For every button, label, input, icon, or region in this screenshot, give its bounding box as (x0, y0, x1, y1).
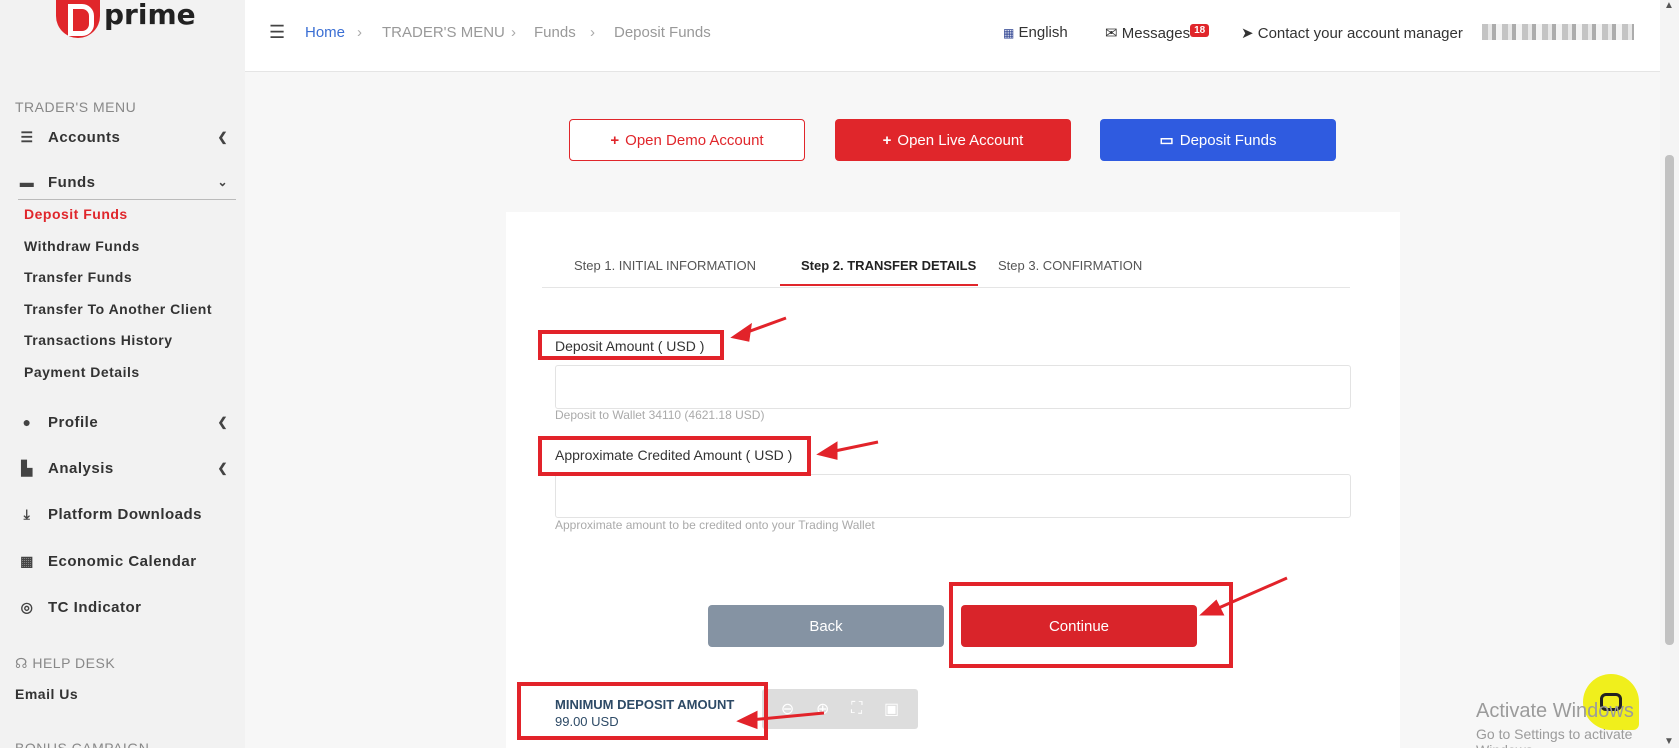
sidebar-item-profile[interactable]: ● Profile ❮ (18, 407, 236, 437)
sidebar-subitem-transfer-to-another-client[interactable]: Transfer To Another Client (24, 301, 212, 317)
sidebar-item-platform-downloads[interactable]: ⤓ Platform Downloads (18, 499, 236, 529)
tab-step-3[interactable]: Step 3. CONFIRMATION (998, 258, 1142, 273)
activate-windows-subtitle: Go to Settings to activate Windows. (1476, 726, 1633, 748)
page-scrollbar[interactable]: ▲ ▼ (1660, 0, 1679, 748)
breadcrumb-separator: › (590, 24, 595, 41)
breadcrumb-deposit-funds: Deposit Funds (614, 24, 711, 41)
chevron-left-icon: ❮ (217, 461, 228, 475)
sidebar-subitem-payment-details[interactable]: Payment Details (24, 364, 140, 380)
activate-windows-title: Activate Windows (1476, 700, 1634, 722)
tab-step-1[interactable]: Step 1. INITIAL INFORMATION (574, 258, 756, 273)
help-desk-heading: ☊ HELP DESK (15, 655, 116, 671)
breadcrumb-funds[interactable]: Funds (534, 24, 576, 41)
plus-icon: + (610, 131, 620, 149)
image-viewer-toolbar: ⊖ ⊕ ⛶ ▣ (762, 689, 918, 729)
credited-amount-hint: Approximate amount to be credited onto y… (555, 518, 875, 532)
deposit-amount-input[interactable] (555, 365, 1351, 409)
sidebar-subitem-transfer-funds[interactable]: Transfer Funds (24, 269, 132, 285)
sidebar-subitem-transactions-history[interactable]: Transactions History (24, 332, 173, 348)
chart-icon: ▙ (21, 459, 33, 476)
chevron-left-icon: ❮ (217, 130, 228, 144)
back-button[interactable]: Back (708, 605, 944, 647)
brand-logo[interactable]: prime (56, 0, 196, 38)
chevron-left-icon: ❮ (217, 415, 228, 429)
open-live-account-button[interactable]: + Open Live Account (835, 119, 1071, 161)
topbar: ☰ Home › TRADER'S MENU › Funds › Deposit… (245, 0, 1660, 72)
envelope-icon: ✉ (1105, 25, 1118, 42)
bonus-campaign-heading: BONUS CAMPAIGN (15, 740, 150, 748)
scroll-up-arrow-icon[interactable]: ▲ (1664, 0, 1674, 11)
sidebar: prime TRADER'S MENU ☰ Accounts ❮ ▬ Funds… (0, 0, 245, 748)
user-icon: ● (22, 414, 32, 430)
sidebar-item-funds[interactable]: ▬ Funds ⌄ (18, 167, 236, 197)
deposit-amount-hint: Deposit to Wallet 34110 (4621.18 USD) (555, 408, 765, 422)
sidebar-item-label: TC Indicator (48, 598, 142, 616)
present-icon[interactable]: ▣ (884, 699, 899, 719)
traders-menu-heading: TRADER'S MENU (15, 99, 137, 115)
messages-link[interactable]: ✉ Messages 18 (1105, 24, 1210, 42)
sidebar-item-analysis[interactable]: ▙ Analysis ❮ (18, 453, 236, 483)
sidebar-subitem-deposit-funds[interactable]: Deposit Funds (24, 206, 128, 222)
user-name-blurred[interactable] (1482, 24, 1634, 40)
contact-manager-link[interactable]: ➤ Contact your account manager (1241, 24, 1463, 42)
zoom-out-icon[interactable]: ⊖ (781, 699, 794, 719)
sidebar-item-label: Funds (48, 173, 96, 191)
hamburger-menu-icon[interactable]: ☰ (269, 22, 285, 43)
breadcrumb-home[interactable]: Home (305, 24, 345, 41)
zoom-in-icon[interactable]: ⊕ (816, 699, 829, 719)
open-demo-account-button[interactable]: + Open Demo Account (569, 119, 805, 161)
sidebar-item-label: Platform Downloads (48, 505, 203, 523)
messages-badge: 18 (1190, 24, 1210, 37)
sidebar-item-accounts[interactable]: ☰ Accounts ❮ (18, 122, 236, 152)
annotation-box-credited-label (538, 436, 811, 476)
paper-plane-icon: ➤ (1241, 25, 1254, 42)
tab-step-2[interactable]: Step 2. TRANSFER DETAILS (801, 258, 976, 273)
sidebar-subitem-withdraw-funds[interactable]: Withdraw Funds (24, 238, 140, 254)
sidebar-item-label: Economic Calendar (48, 552, 197, 570)
calendar-icon: ▦ (20, 552, 34, 569)
uk-flag-icon: ▦ (1003, 26, 1015, 40)
scroll-thumb[interactable] (1665, 155, 1674, 645)
logo-mark-icon (56, 0, 100, 38)
tabs-divider (542, 287, 1350, 288)
annotation-box-deposit-label (538, 330, 724, 360)
brand-name: prime (104, 0, 196, 31)
credit-card-icon: ▭ (1159, 132, 1174, 149)
breadcrumb-traders-menu[interactable]: TRADER'S MENU (382, 24, 505, 41)
target-icon: ◎ (20, 598, 34, 615)
breadcrumb-separator: › (511, 24, 516, 41)
sidebar-item-economic-calendar[interactable]: ▦ Economic Calendar (18, 546, 236, 576)
list-icon: ☰ (20, 128, 34, 145)
email-us-link[interactable]: Email Us (15, 686, 78, 702)
plus-icon: + (882, 131, 892, 149)
sidebar-item-label: Accounts (48, 128, 121, 146)
deposit-funds-button[interactable]: ▭ Deposit Funds (1100, 119, 1336, 161)
headset-icon: ☊ (15, 655, 28, 671)
annotation-box-minimum-deposit (517, 682, 768, 740)
credited-amount-input[interactable] (555, 474, 1351, 518)
chevron-down-icon: ⌄ (217, 175, 228, 189)
sidebar-item-tc-indicator[interactable]: ◎ TC Indicator (18, 592, 236, 622)
divider (18, 199, 236, 200)
download-icon: ⤓ (23, 505, 31, 522)
language-selector[interactable]: ▦ English (1003, 24, 1068, 41)
wallet-icon: ▬ (19, 174, 35, 190)
sidebar-item-label: Analysis (48, 459, 114, 477)
annotation-box-continue (949, 582, 1233, 668)
fullscreen-icon[interactable]: ⛶ (851, 700, 862, 718)
sidebar-item-label: Profile (48, 413, 99, 431)
active-tab-indicator (780, 284, 978, 286)
breadcrumb-separator: › (357, 24, 362, 41)
